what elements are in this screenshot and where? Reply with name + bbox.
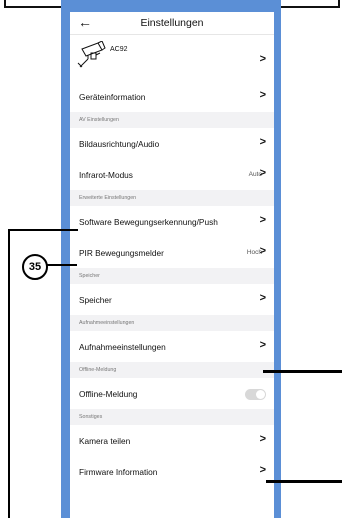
row-label: Offline-Meldung (79, 389, 138, 399)
row-label: Geräteinformation (79, 92, 146, 102)
callout-line-vertical (8, 229, 10, 518)
row-label: Aufnahmeeinstellungen (79, 342, 166, 352)
chevron-right-icon[interactable]: > (260, 464, 266, 476)
row-label: Kamera teilen (79, 436, 131, 446)
chevron-right-icon[interactable]: > (260, 214, 266, 226)
section-recording: Aufnahmeeinstellungen (70, 315, 274, 331)
settings-screen: ← Einstellungen AC92 > Geräteinformation… (70, 12, 274, 518)
row-label: Software Bewegungserkennung/Push (79, 217, 218, 227)
chevron-right-icon[interactable]: > (260, 89, 266, 101)
row-image-audio[interactable]: Bildausrichtung/Audio > (70, 128, 274, 159)
device-row[interactable]: AC92 > (70, 35, 274, 81)
device-name: AC92 (110, 46, 128, 53)
row-offline[interactable]: Offline-Meldung (70, 378, 274, 409)
chevron-right-icon[interactable]: > (260, 433, 266, 445)
camera-icon (77, 41, 106, 68)
row-software-motion[interactable]: Software Bewegungserkennung/Push > (70, 206, 274, 237)
callout-line-software-motion (8, 229, 78, 231)
row-pir[interactable]: PIR Bewegungsmelder Hoch > (70, 237, 274, 268)
section-storage: Speicher (70, 268, 274, 284)
chevron-right-icon[interactable]: > (260, 339, 266, 351)
chevron-right-icon[interactable]: > (260, 167, 266, 179)
row-recording[interactable]: Aufnahmeeinstellungen > (70, 331, 274, 362)
section-other: Sonstiges (70, 409, 274, 425)
callout-line-pir (45, 264, 77, 266)
section-advanced: Erweiterte Einstellungen (70, 190, 274, 206)
header: ← Einstellungen (70, 12, 274, 35)
callout-line-recording (263, 370, 342, 373)
row-storage[interactable]: Speicher > (70, 284, 274, 315)
page-title: Einstellungen (140, 17, 204, 29)
row-label: Bildausrichtung/Audio (79, 139, 160, 149)
toggle-knob (256, 390, 265, 399)
row-share-camera[interactable]: Kamera teilen > (70, 425, 274, 456)
offline-toggle[interactable] (245, 389, 266, 400)
chevron-right-icon[interactable]: > (260, 292, 266, 304)
callout-line-share (266, 480, 342, 483)
chevron-right-icon[interactable]: > (260, 245, 266, 257)
chevron-right-icon[interactable]: > (260, 136, 266, 148)
row-label: Infrarot-Modus (79, 170, 133, 180)
row-infrared[interactable]: Infrarot-Modus Auto > (70, 159, 274, 190)
section-av: AV Einstellungen (70, 112, 274, 128)
callout-number-badge: 35 (22, 254, 48, 280)
row-label: Firmware Information (79, 467, 158, 477)
section-offline: Offline-Meldung (70, 362, 274, 378)
chevron-right-icon[interactable]: > (260, 53, 266, 65)
row-label: PIR Bewegungsmelder (79, 248, 164, 258)
row-label: Speicher (79, 295, 112, 305)
row-device-info[interactable]: Geräteinformation > (70, 81, 274, 112)
row-firmware[interactable]: Firmware Information > (70, 456, 274, 487)
